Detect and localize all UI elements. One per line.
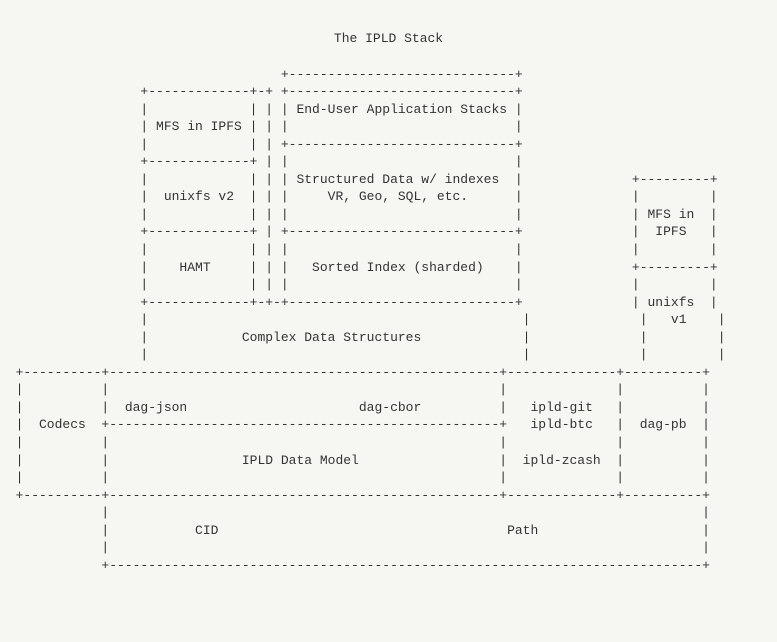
diagram-container: The IPLD Stack +------------------------… — [0, 0, 777, 642]
diagram-title: The IPLD Stack — [0, 30, 777, 48]
ipld-stack-ascii-diagram: +-----------------------------+ +-------… — [0, 66, 777, 575]
